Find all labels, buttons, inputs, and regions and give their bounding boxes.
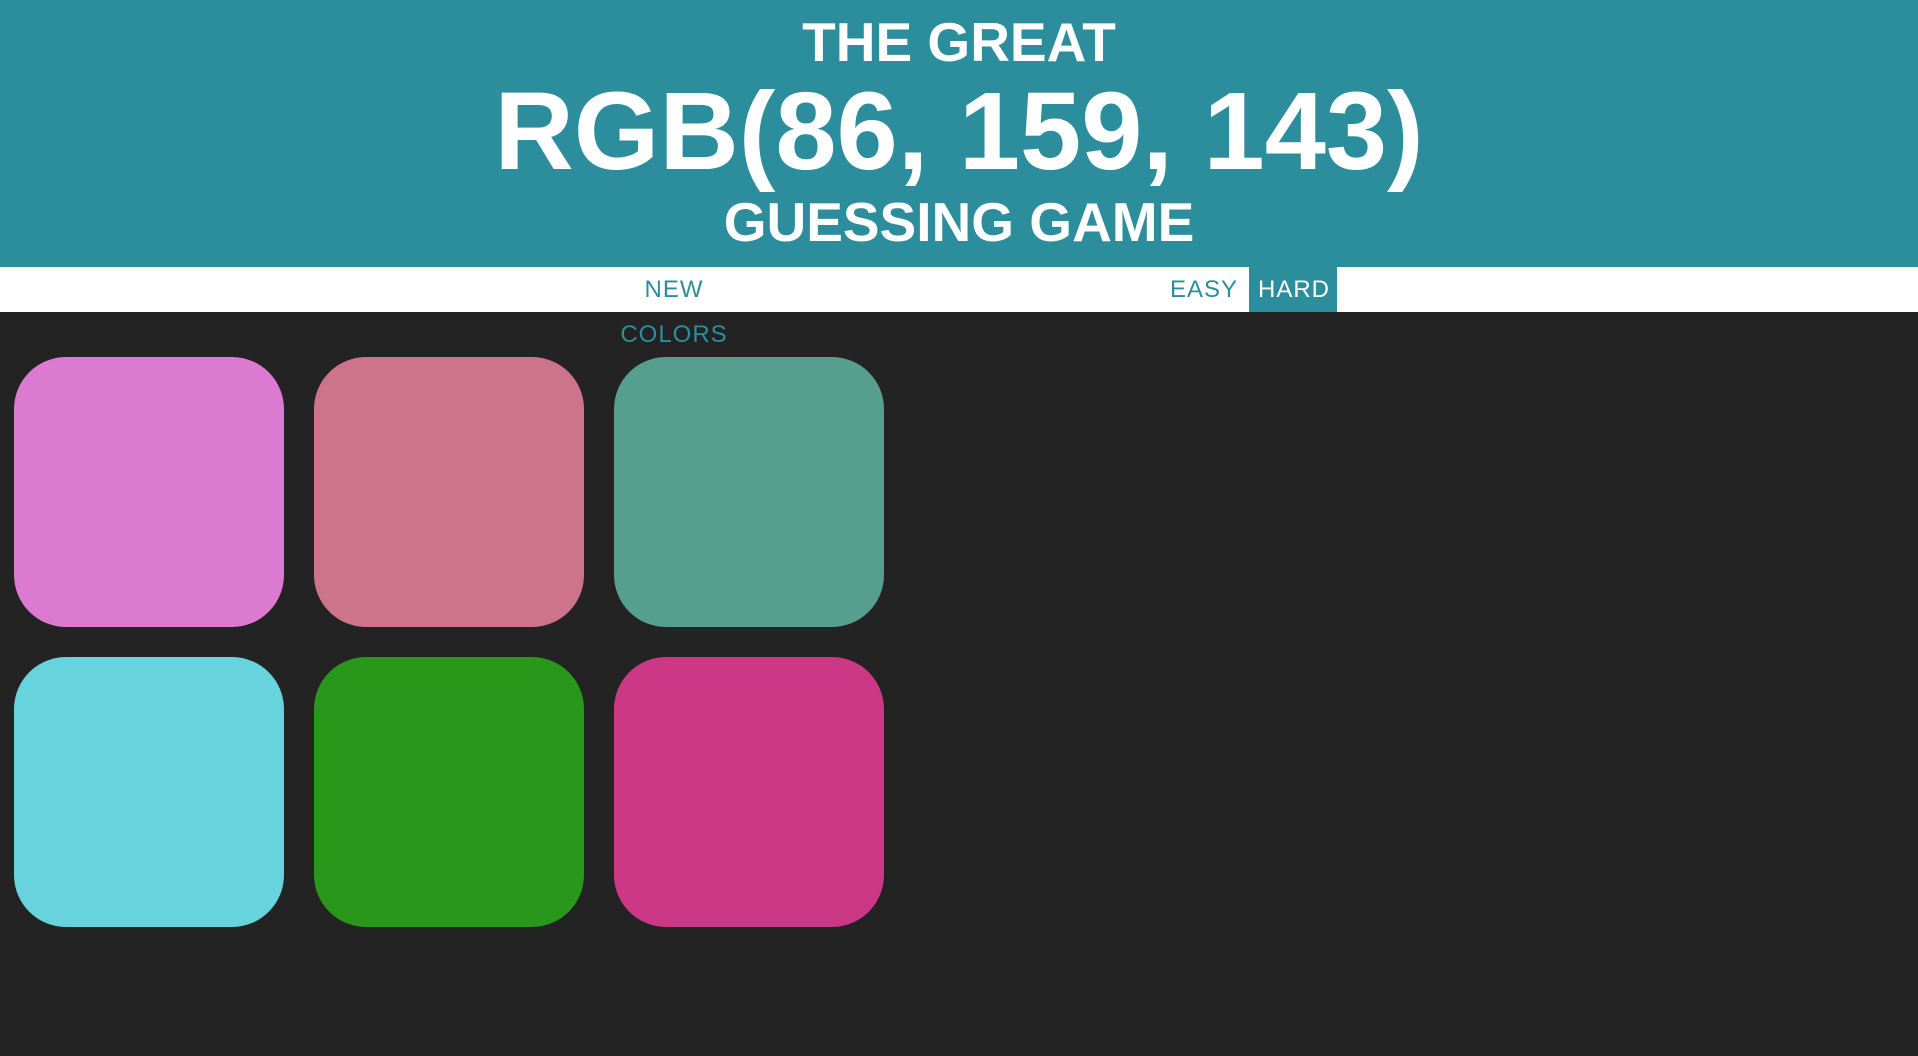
color-square[interactable] xyxy=(314,657,584,927)
color-square[interactable] xyxy=(614,657,884,927)
easy-mode-button[interactable]: EASY xyxy=(1160,267,1248,312)
color-square[interactable] xyxy=(14,357,284,627)
hard-mode-button[interactable]: HARD xyxy=(1249,267,1337,312)
color-squares-board xyxy=(0,312,1918,1056)
new-colors-button[interactable]: NEW COLORS xyxy=(581,267,767,348)
title-line-top: THE GREAT xyxy=(802,11,1116,73)
game-header: THE GREAT RGB(86, 159, 143) GUESSING GAM… xyxy=(0,0,1918,267)
color-square[interactable] xyxy=(314,357,584,627)
color-square[interactable] xyxy=(14,657,284,927)
color-square[interactable] xyxy=(614,357,884,627)
target-color-display: RGB(86, 159, 143) xyxy=(494,70,1424,193)
title-line-bottom: GUESSING GAME xyxy=(723,191,1195,253)
control-bar: NEW COLORS EASY HARD xyxy=(0,267,1918,348)
